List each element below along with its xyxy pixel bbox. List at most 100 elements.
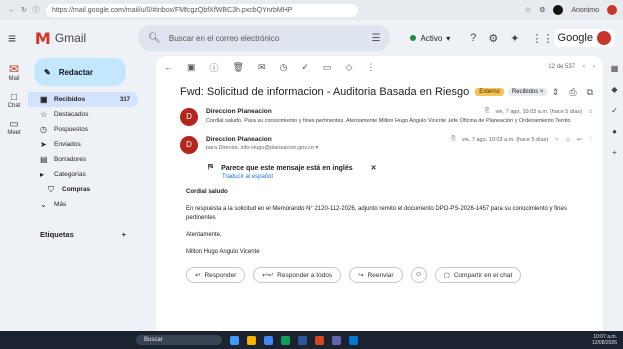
open-new-window-icon[interactable]: ⧉ [587, 87, 593, 98]
apps-grid-icon[interactable]: ⋮⋮ [532, 32, 554, 45]
add-label-icon[interactable]: + [122, 230, 126, 239]
star-icon[interactable]: ☆ [554, 137, 559, 143]
excel-icon[interactable] [281, 335, 290, 345]
labels-section: Etiquetas + [28, 230, 138, 239]
reply-all-button[interactable]: ↩↩ Responder a todos [253, 267, 342, 283]
move-to-icon[interactable]: ▭ [323, 62, 332, 73]
report-spam-icon[interactable]: ⓘ [210, 61, 219, 74]
back-to-inbox-icon[interactable]: ← [164, 62, 173, 72]
forward-button[interactable]: ↪ Reenviar [349, 267, 403, 283]
translate-link-row: Traducir al español [208, 174, 603, 180]
translate-link[interactable]: Traducir al español [222, 174, 273, 180]
keep-icon[interactable]: ◆ [611, 85, 617, 94]
compose-button[interactable]: ✎ Redactar [34, 58, 126, 86]
taskbar-clock[interactable]: 10:07 a.m. 12/08/2026 [592, 334, 617, 346]
profile-dot-icon[interactable] [553, 5, 564, 15]
recipients-line[interactable]: para Director, info-Hugo@planeacion.gov.… [206, 145, 593, 151]
os-taskbar: Buscar 10:07 a.m. 12/08/2026 [0, 331, 623, 349]
add-task-icon[interactable]: ✓ [301, 62, 309, 73]
sidebar-item-sent[interactable]: ➤ Enviados [28, 137, 138, 152]
address-bar[interactable]: https://mail.google.com/mail/u/0/#inbox/… [46, 3, 358, 17]
label-icon: ▸ [40, 170, 45, 179]
subject-icons: ⇕ ⎙ ⧉ [552, 87, 593, 98]
extensions-icon[interactable]: ⚙ [539, 6, 545, 14]
reload-icon[interactable]: ↻ [18, 6, 30, 14]
teams-icon[interactable] [332, 335, 341, 345]
sidebar-item-label: Enviados [54, 141, 81, 148]
outlook-icon[interactable] [349, 335, 358, 345]
browser-avatar[interactable] [607, 5, 617, 15]
app-name: Gmail [54, 31, 87, 45]
sidebar-item-purchases[interactable]: ⛉ Compras [28, 182, 138, 197]
delete-icon[interactable]: 🗑︎ [233, 62, 244, 73]
bookmark-icon[interactable]: ☆ [525, 6, 531, 14]
next-icon[interactable]: › [593, 64, 595, 70]
archive-icon[interactable]: ▣ [187, 62, 196, 73]
expand-icon[interactable]: ⇕ [552, 87, 560, 98]
reply-icon: ↩ [195, 272, 201, 279]
reply-button[interactable]: ↩ Responder [186, 267, 246, 283]
sidebar-item-more[interactable]: ⌄ Más [28, 197, 138, 212]
label-as-icon[interactable]: ◇ [345, 62, 352, 73]
translate-banner: ⛿ Parece que este mensaje está en inglés… [208, 164, 603, 172]
print-icon[interactable]: ⎙ [569, 87, 576, 98]
settings-icon[interactable]: ⚙ [488, 32, 498, 45]
menu-icon[interactable]: ≡ [8, 30, 27, 46]
sidebar-item-inbox[interactable]: ▣ Recibidos 317 [28, 92, 138, 107]
close-icon[interactable]: ✕ [371, 164, 377, 172]
taskbar-search[interactable]: Buscar [136, 335, 222, 345]
star-icon[interactable]: ☆ [588, 109, 593, 115]
search-icon[interactable]: 🔍︎ [148, 33, 161, 44]
site-info-icon[interactable]: ⓘ [30, 5, 42, 15]
send-icon: ➤ [40, 140, 47, 149]
expanded-message: D Direccion Planeacion ⎘ vie, 7 ago, 10:… [156, 126, 603, 154]
gemini-icon[interactable]: ✦ [510, 32, 519, 45]
back-icon[interactable]: ← [6, 7, 18, 14]
shopping-icon: ⛉ [48, 184, 54, 194]
snooze-icon[interactable]: ◷ [280, 62, 288, 73]
powerpoint-icon[interactable] [315, 335, 324, 345]
mark-unread-icon[interactable]: ✉ [258, 62, 266, 73]
sidebar-item-starred[interactable]: ☆ Destacados [28, 107, 138, 122]
more-options-icon[interactable]: ⋮ [588, 137, 594, 143]
rail-mail[interactable]: ✉ Mail [8, 62, 19, 82]
contacts-icon[interactable]: ● [612, 127, 617, 136]
nav-list: ▣ Recibidos 317 ☆ Destacados ◷ Pospuesto… [28, 92, 154, 212]
sidebar-item-categories[interactable]: ▸ Categorías [28, 167, 138, 182]
help-icon[interactable]: ? [470, 32, 476, 45]
sidebar-item-snoozed[interactable]: ◷ Pospuestos [28, 122, 138, 137]
word-icon[interactable] [298, 335, 307, 345]
add-addon-icon[interactable]: + [612, 148, 617, 157]
search-bar[interactable]: 🔍︎ Buscar en el correo electrónico ☰ [138, 25, 391, 51]
file-explorer-icon[interactable] [247, 335, 256, 345]
search-input[interactable]: Buscar en el correo electrónico [169, 34, 279, 43]
collapsed-message[interactable]: D Direccion Planeacion ⎘ vie, 7 ago, 10:… [156, 102, 603, 126]
status-selector[interactable]: Activo ▾ [404, 32, 456, 45]
header-icons: ? ⚙ ✦ ⋮⋮ [470, 32, 553, 45]
emoji-button[interactable]: ☺ [410, 267, 427, 283]
more-options-icon[interactable]: ⋮ [366, 62, 375, 73]
windows-start-icon[interactable] [230, 335, 239, 345]
account-button[interactable]: Google [553, 29, 615, 47]
inbox-label-chip[interactable]: Recibidos × [507, 88, 548, 96]
chrome-icon[interactable] [264, 335, 273, 345]
profile-label[interactable]: Anonimo [571, 7, 599, 14]
unread-count: 317 [119, 96, 130, 103]
tasks-icon[interactable]: ✓ [611, 106, 618, 115]
message-meta: ⎘ vie, 7 ago, 10:03 a.m. (hace 5 días) ☆… [451, 136, 593, 143]
search-options-icon[interactable]: ☰ [372, 33, 381, 44]
gmail-header: ≡ M Gmail 🔍︎ Buscar en el correo electró… [0, 20, 623, 56]
sidebar-item-drafts[interactable]: ▤ Borradores [28, 152, 138, 167]
draft-icon: ▤ [40, 155, 48, 164]
share-chat-button[interactable]: ▢ Compartir en el chat [434, 267, 522, 283]
calendar-icon[interactable]: ▦ [611, 64, 619, 73]
gmail-logo[interactable]: M Gmail [35, 29, 138, 48]
message-details: Direccion Planeacion ⎘ vie, 7 ago, 10:03… [206, 136, 593, 154]
reply-icon[interactable]: ↩ [577, 137, 582, 143]
prev-icon[interactable]: ‹ [583, 64, 585, 70]
sidebar-item-label: Más [54, 201, 67, 208]
rail-meet[interactable]: ▭ Meet [7, 119, 20, 136]
rail-chat[interactable]: □ Chat [8, 92, 21, 109]
sidebar-item-label: Pospuestos [54, 126, 88, 133]
emoji-react-icon[interactable]: ☺ [565, 137, 571, 143]
